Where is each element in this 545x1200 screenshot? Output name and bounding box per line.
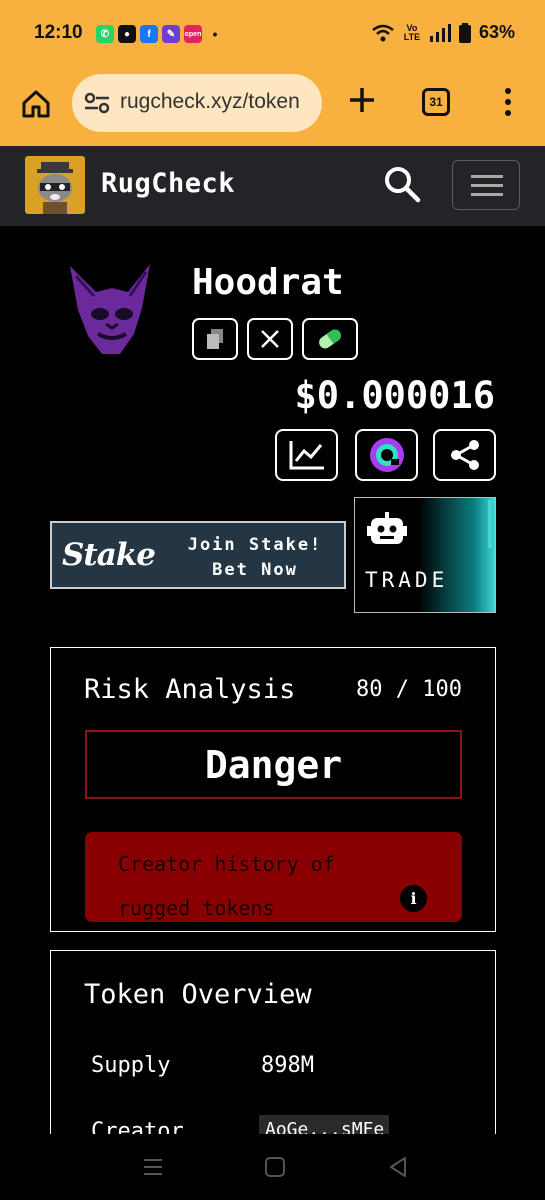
- info-icon[interactable]: i: [400, 885, 427, 912]
- pill-icon: [319, 329, 341, 349]
- back-icon[interactable]: [385, 1154, 411, 1180]
- rugcheck-logo[interactable]: [25, 156, 85, 214]
- risk-analysis-card: Risk Analysis 80 / 100 Danger Creator hi…: [50, 647, 496, 932]
- battery-level: 63%: [478, 22, 515, 42]
- copy-icon: [207, 329, 223, 349]
- risk-alert[interactable]: Creator history of rugged tokens i: [85, 832, 462, 922]
- hamburger-line: [471, 193, 503, 196]
- overview-label-creator: Creator: [91, 1119, 184, 1134]
- robot-icon: [367, 512, 407, 544]
- chart-button[interactable]: [275, 429, 338, 481]
- risk-analysis-title: Risk Analysis: [84, 674, 296, 705]
- trade-label: TRADE: [365, 568, 449, 592]
- token-logo: [70, 264, 150, 354]
- network-type: Vo LTE: [403, 22, 421, 42]
- site-header: RugCheck: [0, 146, 545, 226]
- chart-icon: [289, 441, 324, 470]
- brand-name[interactable]: RugCheck: [101, 168, 235, 199]
- hamburger-line: [471, 184, 503, 187]
- risk-score: 80 / 100: [356, 677, 462, 702]
- stake-ad-line2: Bet Now: [212, 560, 298, 580]
- tab-switcher-button[interactable]: 31: [422, 88, 450, 116]
- app-icon: ✎: [162, 25, 180, 43]
- address-bar[interactable]: rugcheck.xyz/token: [72, 74, 322, 132]
- raccoon-logo-icon: [37, 162, 73, 214]
- stake-ad-line1: Join Stake!: [187, 535, 323, 555]
- trade-ad-accent: [488, 500, 492, 548]
- new-tab-icon[interactable]: [346, 84, 378, 116]
- battery-icon: [458, 22, 471, 43]
- status-time: 12:10: [34, 22, 83, 43]
- stake-ad-banner[interactable]: Stake Join Stake! Bet Now: [50, 521, 346, 589]
- copy-address-button[interactable]: [192, 318, 238, 360]
- gecko-terminal-button[interactable]: [355, 429, 418, 481]
- recent-apps-icon[interactable]: [140, 1154, 166, 1180]
- risk-alert-text: Creator history of rugged tokens: [118, 852, 335, 920]
- signal-icon: [429, 23, 451, 42]
- token-overview-card: Token Overview Supply 898M Creator AoGe.…: [50, 950, 496, 1134]
- whatsapp-icon: ✆: [96, 25, 114, 43]
- share-icon: [450, 440, 479, 470]
- pill-button[interactable]: [302, 318, 358, 360]
- system-nav-bar: [0, 1134, 545, 1200]
- risk-level-badge: Danger: [85, 730, 462, 799]
- x-icon: [261, 330, 279, 348]
- search-icon[interactable]: [382, 164, 422, 204]
- overview-label-supply: Supply: [91, 1053, 171, 1078]
- home-nav-icon[interactable]: [262, 1154, 288, 1180]
- more-vert-icon[interactable]: [500, 86, 516, 118]
- home-icon[interactable]: [20, 88, 52, 120]
- creator-address-chip[interactable]: AoGe...sMFe: [259, 1115, 389, 1134]
- hamburger-line: [471, 175, 503, 178]
- stake-ad-text: Join Stake! Bet Now: [170, 533, 340, 583]
- share-button[interactable]: [433, 429, 496, 481]
- browser-toolbar: rugcheck.xyz/token 31: [0, 70, 545, 146]
- url-text[interactable]: rugcheck.xyz/token: [120, 90, 314, 114]
- messages-icon: ●: [118, 25, 136, 43]
- hamburger-menu-button[interactable]: [452, 160, 520, 210]
- x-twitter-button[interactable]: [247, 318, 293, 360]
- site-settings-icon[interactable]: [84, 92, 110, 114]
- token-overview-title: Token Overview: [84, 979, 312, 1010]
- more-notifications-icon: •: [212, 26, 218, 42]
- status-app-icons: ✆ ● f ✎ open •: [96, 25, 224, 43]
- stake-logo: Stake: [62, 537, 156, 573]
- wifi-icon: [372, 24, 394, 41]
- status-bar: 12:10 ✆ ● f ✎ open • Vo LTE 63%: [0, 0, 545, 70]
- status-right: Vo LTE 63%: [371, 22, 515, 43]
- trade-bot-ad[interactable]: TRADE: [354, 497, 496, 613]
- overview-value-supply: 898M: [261, 1053, 314, 1078]
- token-price: $0.000016: [294, 374, 495, 417]
- open-app-icon: open: [184, 25, 202, 43]
- token-name: Hoodrat: [192, 262, 344, 303]
- gecko-icon: [369, 438, 404, 472]
- facebook-icon: f: [140, 25, 158, 43]
